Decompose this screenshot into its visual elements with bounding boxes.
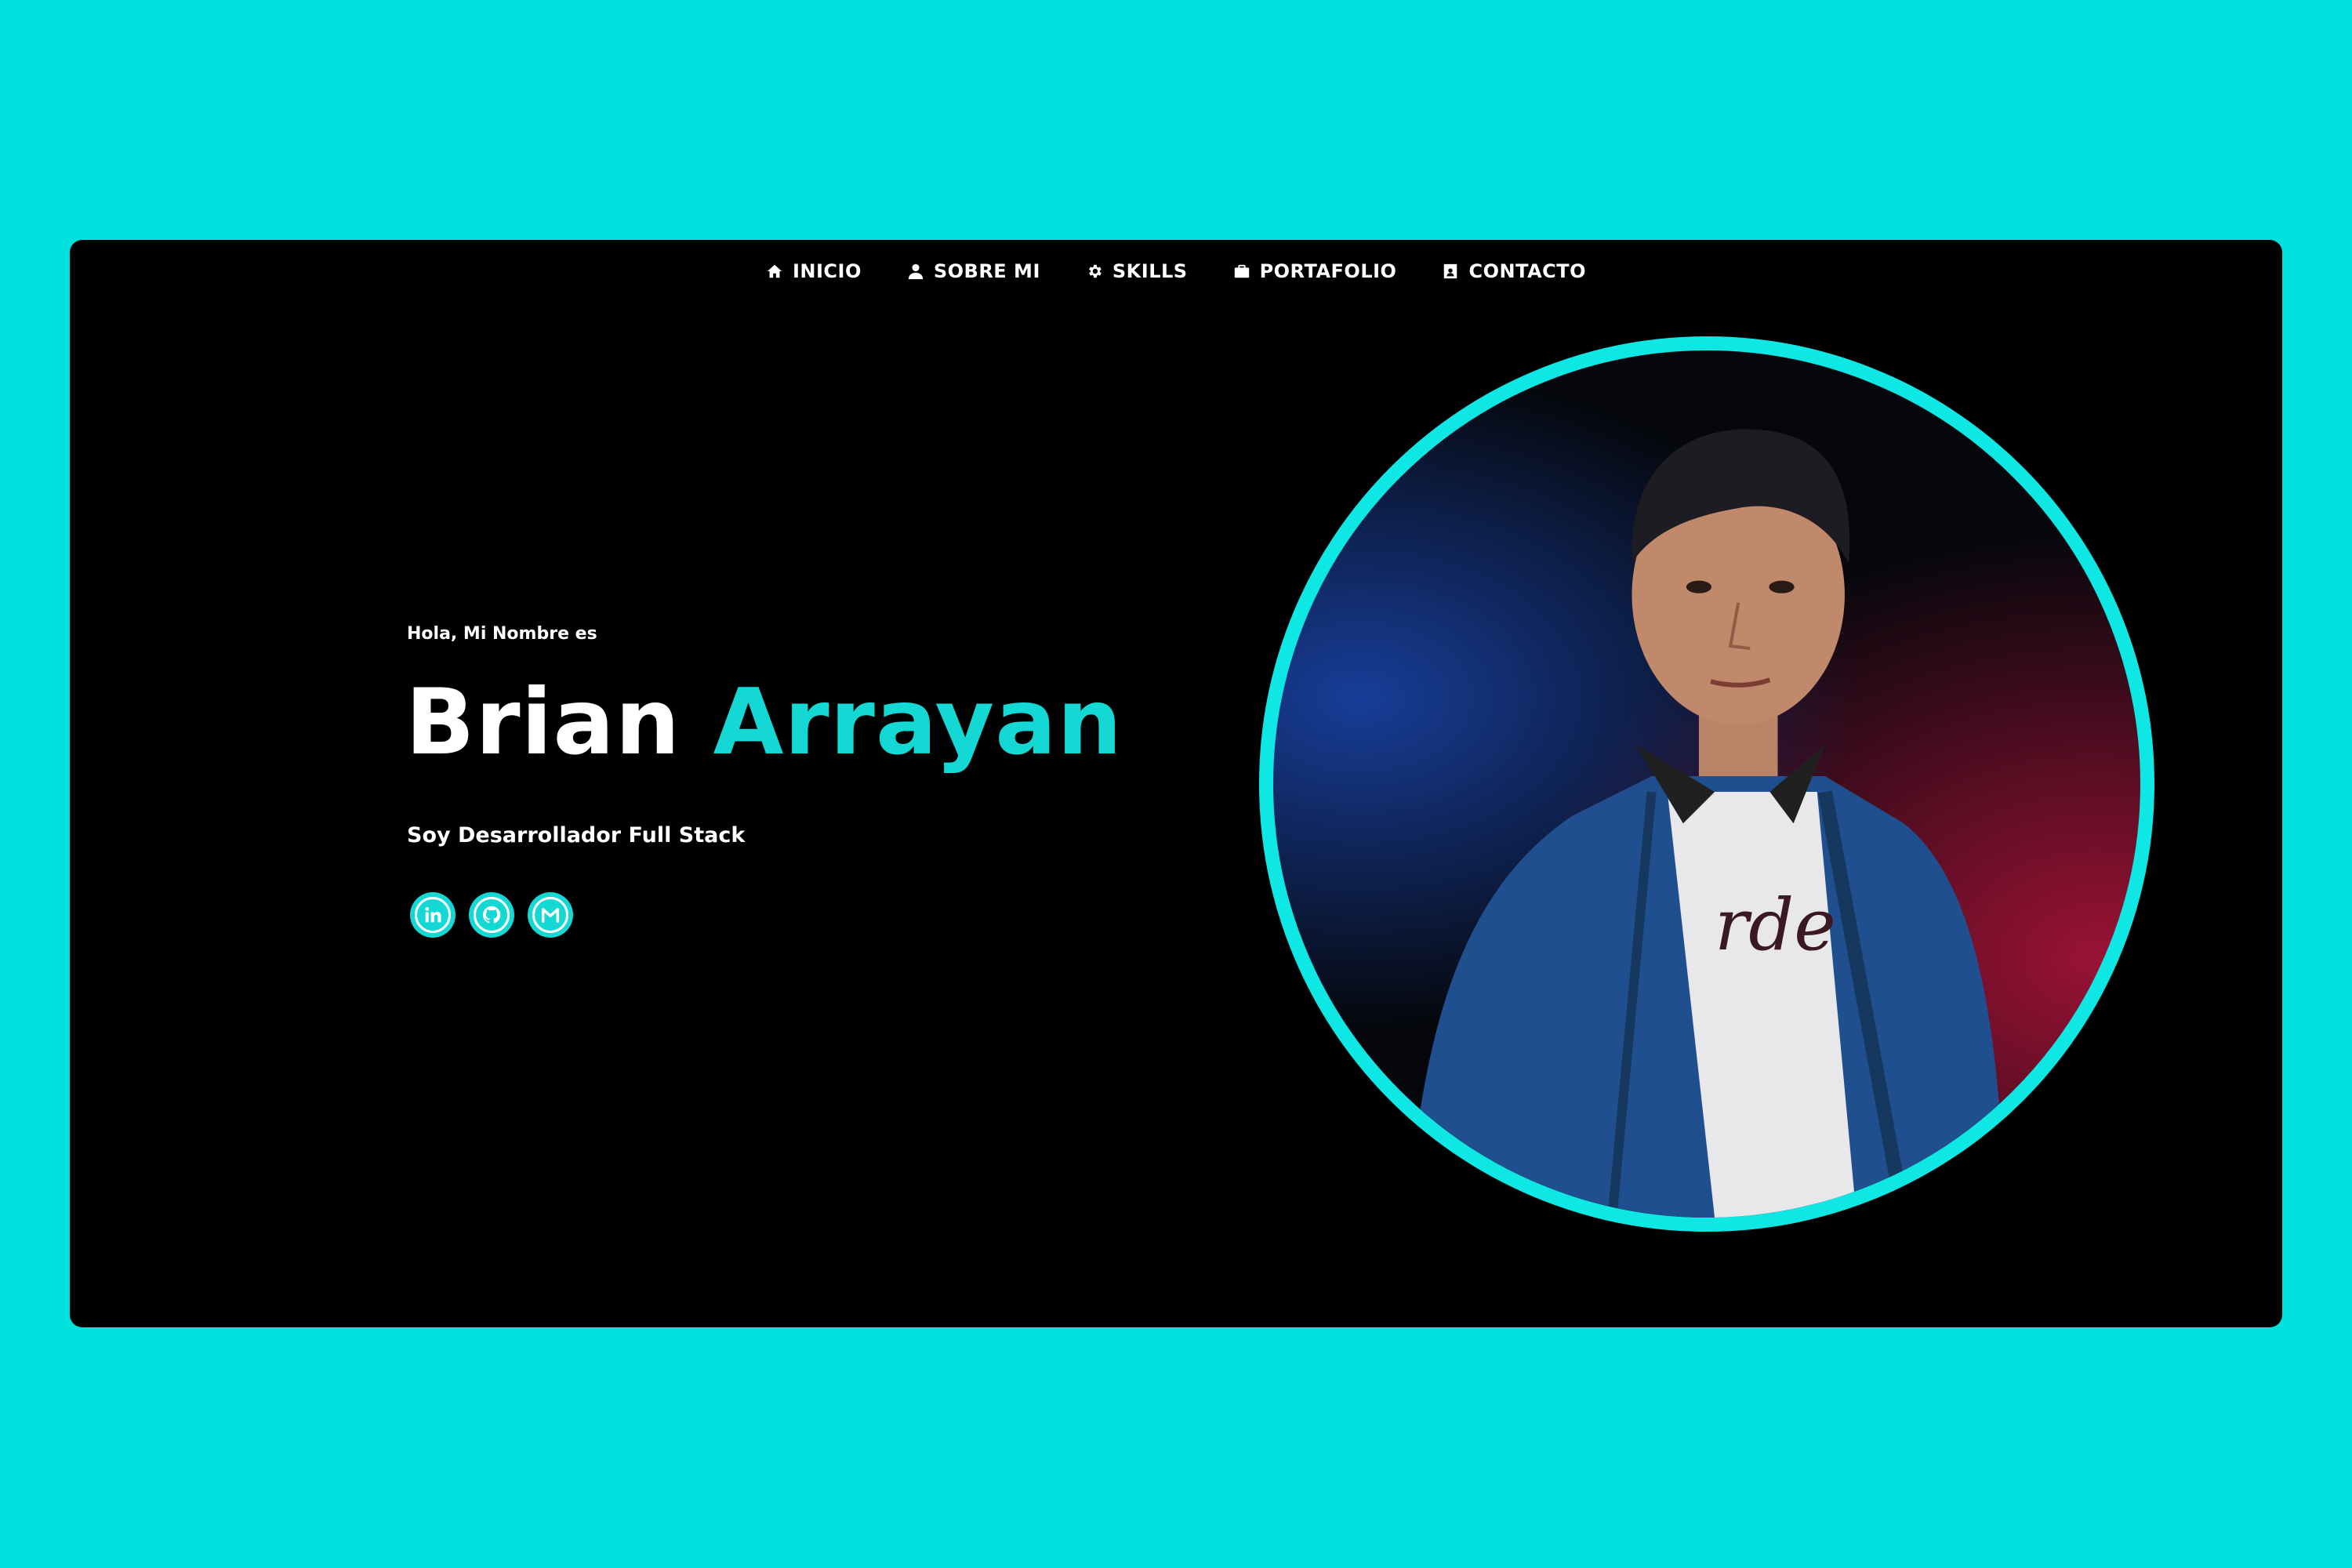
gmail-link[interactable]: [528, 892, 573, 938]
user-icon: [908, 263, 924, 280]
briefcase-icon: [1234, 264, 1249, 278]
main-nav: INICIO SOBRE MI SKILLS PORTAFOLIO CONTAC…: [70, 256, 2282, 287]
nav-item-sobre-mi[interactable]: SOBRE MI: [907, 256, 1040, 287]
nav-item-label: INICIO: [792, 260, 862, 282]
nav-item-label: PORTAFOLIO: [1259, 260, 1397, 282]
hero-first-name: Brian: [405, 670, 681, 775]
github-icon: [482, 906, 501, 924]
hero-name: Brian Arrayan: [405, 673, 1123, 773]
hero-last-name: Arrayan: [713, 670, 1123, 775]
nav-item-label: SKILLS: [1112, 260, 1188, 282]
github-link[interactable]: [469, 892, 514, 938]
app-window: INICIO SOBRE MI SKILLS PORTAFOLIO CONTAC…: [70, 240, 2282, 1327]
nav-item-skills[interactable]: SKILLS: [1086, 256, 1188, 287]
gmail-ring: [532, 897, 568, 933]
contact-card-icon: [1444, 263, 1457, 279]
linkedin-link[interactable]: [410, 892, 456, 938]
nav-item-label: SOBRE MI: [933, 260, 1040, 282]
github-ring: [474, 897, 510, 933]
svg-text:rde: rde: [1715, 884, 1836, 967]
nav-item-portafolio[interactable]: PORTAFOLIO: [1233, 256, 1397, 287]
person-illustration: rde: [1406, 429, 2007, 1218]
hero-role: Soy Desarrollador Full Stack: [407, 823, 746, 848]
hero-greeting: Hola, Mi Nombre es: [407, 624, 597, 644]
home-icon: [767, 264, 782, 278]
social-links: [410, 892, 573, 938]
nav-item-inicio[interactable]: INICIO: [766, 256, 862, 287]
nav-item-contacto[interactable]: CONTACTO: [1442, 256, 1586, 287]
gear-icon: [1088, 264, 1102, 278]
nav-item-label: CONTACTO: [1468, 260, 1587, 282]
profile-photo: rde: [1259, 336, 2154, 1232]
linkedin-ring: [415, 897, 451, 933]
linkedin-icon: [425, 907, 441, 923]
gmail-icon: [541, 908, 560, 923]
